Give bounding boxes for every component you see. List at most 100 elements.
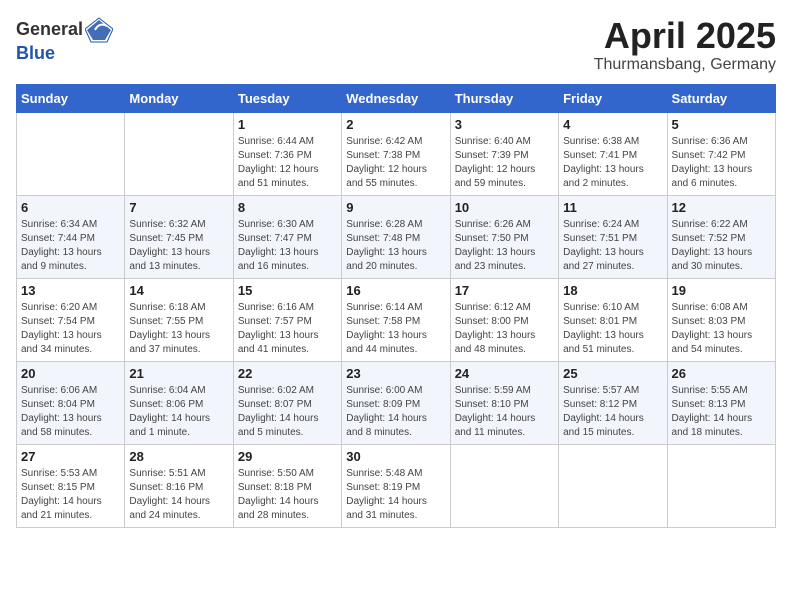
calendar-cell: 21 Sunrise: 6:04 AM Sunset: 8:06 PM Dayli… [125,361,233,444]
day-detail: Sunrise: 6:12 AM Sunset: 8:00 PM Dayligh… [455,301,554,357]
day-detail: Sunrise: 6:10 AM Sunset: 8:01 PM Dayligh… [563,301,662,357]
day-number: 29 [238,449,337,464]
day-detail: Sunrise: 6:24 AM Sunset: 7:51 PM Dayligh… [563,218,662,274]
header-cell-wednesday: Wednesday [342,84,450,112]
calendar-cell: 20Sunrise: 6:06 AM Sunset: 8:04 PM Dayli… [17,361,125,444]
header-cell-saturday: Saturday [667,84,775,112]
calendar-cell: 18 Sunrise: 6:10 AM Sunset: 8:01 PM Dayli… [559,278,667,361]
page-header: General Blue April 2025 Thurmansbang, Ge… [16,16,776,74]
calendar-cell: 15 Sunrise: 6:16 AM Sunset: 7:57 PM Dayli… [233,278,341,361]
day-detail: Sunrise: 5:55 AM Sunset: 8:13 PM Dayligh… [672,384,771,440]
calendar-week-2: 6 Sunrise: 6:34 AM Sunset: 7:44 PM Daylig… [17,195,776,278]
calendar-cell: 29 Sunrise: 5:50 AM Sunset: 8:18 PM Dayli… [233,444,341,527]
calendar-week-4: 20Sunrise: 6:06 AM Sunset: 8:04 PM Dayli… [17,361,776,444]
day-detail: Sunrise: 6:34 AM Sunset: 7:44 PM Dayligh… [21,218,120,274]
calendar-cell: 14 Sunrise: 6:18 AM Sunset: 7:55 PM Dayli… [125,278,233,361]
day-number: 18 [563,283,662,298]
day-detail: Sunrise: 5:50 AM Sunset: 8:18 PM Dayligh… [238,467,337,523]
calendar-table: SundayMondayTuesdayWednesdayThursdayFrid… [16,84,776,528]
day-number: 1 [238,117,337,132]
day-detail: Sunrise: 6:36 AM Sunset: 7:42 PM Dayligh… [672,135,771,191]
header-cell-friday: Friday [559,84,667,112]
day-number: 22 [238,366,337,381]
calendar-cell: 27 Sunrise: 5:53 AM Sunset: 8:15 PM Dayli… [17,444,125,527]
day-number: 12 [672,200,771,215]
calendar-cell: 25 Sunrise: 5:57 AM Sunset: 8:12 PM Dayli… [559,361,667,444]
day-number: 16 [346,283,445,298]
calendar-cell: 5Sunrise: 6:36 AM Sunset: 7:42 PM Daylig… [667,112,775,195]
calendar-week-3: 13 Sunrise: 6:20 AM Sunset: 7:54 PM Dayli… [17,278,776,361]
day-number: 15 [238,283,337,298]
day-number: 25 [563,366,662,381]
day-detail: Sunrise: 6:08 AM Sunset: 8:03 PM Dayligh… [672,301,771,357]
day-detail: Sunrise: 6:06 AM Sunset: 8:04 PM Dayligh… [21,384,120,440]
day-number: 10 [455,200,554,215]
calendar-cell: 22 Sunrise: 6:02 AM Sunset: 8:07 PM Dayli… [233,361,341,444]
day-detail: Sunrise: 6:30 AM Sunset: 7:47 PM Dayligh… [238,218,337,274]
location-title: Thurmansbang, Germany [594,56,776,74]
day-number: 30 [346,449,445,464]
calendar-cell: 8Sunrise: 6:30 AM Sunset: 7:47 PM Daylig… [233,195,341,278]
calendar-cell: 1 Sunrise: 6:44 AM Sunset: 7:36 PM Daylig… [233,112,341,195]
day-number: 6 [21,200,120,215]
calendar-cell [450,444,558,527]
day-detail: Sunrise: 6:18 AM Sunset: 7:55 PM Dayligh… [129,301,228,357]
calendar-cell: 7 Sunrise: 6:32 AM Sunset: 7:45 PM Daylig… [125,195,233,278]
calendar-cell: 16Sunrise: 6:14 AM Sunset: 7:58 PM Dayli… [342,278,450,361]
day-number: 23 [346,366,445,381]
calendar-cell: 24Sunrise: 5:59 AM Sunset: 8:10 PM Dayli… [450,361,558,444]
day-number: 28 [129,449,228,464]
day-detail: Sunrise: 6:40 AM Sunset: 7:39 PM Dayligh… [455,135,554,191]
header-cell-tuesday: Tuesday [233,84,341,112]
calendar-cell: 6 Sunrise: 6:34 AM Sunset: 7:44 PM Daylig… [17,195,125,278]
day-detail: Sunrise: 5:57 AM Sunset: 8:12 PM Dayligh… [563,384,662,440]
calendar-cell: 2Sunrise: 6:42 AM Sunset: 7:38 PM Daylig… [342,112,450,195]
calendar-cell [125,112,233,195]
day-detail: Sunrise: 6:04 AM Sunset: 8:06 PM Dayligh… [129,384,228,440]
calendar-week-1: 1 Sunrise: 6:44 AM Sunset: 7:36 PM Daylig… [17,112,776,195]
day-number: 4 [563,117,662,132]
calendar-cell: 13 Sunrise: 6:20 AM Sunset: 7:54 PM Dayli… [17,278,125,361]
calendar-cell: 4Sunrise: 6:38 AM Sunset: 7:41 PM Daylig… [559,112,667,195]
logo-blue: Blue [16,44,113,64]
calendar-cell: 30 Sunrise: 5:48 AM Sunset: 8:19 PM Dayli… [342,444,450,527]
calendar-cell: 19 Sunrise: 6:08 AM Sunset: 8:03 PM Dayli… [667,278,775,361]
day-detail: Sunrise: 6:22 AM Sunset: 7:52 PM Dayligh… [672,218,771,274]
day-detail: Sunrise: 6:16 AM Sunset: 7:57 PM Dayligh… [238,301,337,357]
header-cell-sunday: Sunday [17,84,125,112]
calendar-cell [667,444,775,527]
calendar-cell: 28Sunrise: 5:51 AM Sunset: 8:16 PM Dayli… [125,444,233,527]
day-detail: Sunrise: 5:53 AM Sunset: 8:15 PM Dayligh… [21,467,120,523]
day-number: 3 [455,117,554,132]
calendar-cell: 12 Sunrise: 6:22 AM Sunset: 7:52 PM Dayli… [667,195,775,278]
day-number: 13 [21,283,120,298]
day-detail: Sunrise: 6:02 AM Sunset: 8:07 PM Dayligh… [238,384,337,440]
day-number: 7 [129,200,228,215]
day-number: 19 [672,283,771,298]
day-detail: Sunrise: 6:42 AM Sunset: 7:38 PM Dayligh… [346,135,445,191]
day-number: 17 [455,283,554,298]
month-title: April 2025 [594,16,776,56]
day-detail: Sunrise: 6:32 AM Sunset: 7:45 PM Dayligh… [129,218,228,274]
calendar-cell: 17 Sunrise: 6:12 AM Sunset: 8:00 PM Dayli… [450,278,558,361]
day-number: 26 [672,366,771,381]
day-number: 9 [346,200,445,215]
day-number: 27 [21,449,120,464]
calendar-week-5: 27 Sunrise: 5:53 AM Sunset: 8:15 PM Dayli… [17,444,776,527]
calendar-cell [17,112,125,195]
calendar-cell: 9 Sunrise: 6:28 AM Sunset: 7:48 PM Daylig… [342,195,450,278]
day-detail: Sunrise: 6:20 AM Sunset: 7:54 PM Dayligh… [21,301,120,357]
day-number: 14 [129,283,228,298]
calendar-cell [559,444,667,527]
logo-general: General [16,20,83,40]
calendar-header-row: SundayMondayTuesdayWednesdayThursdayFrid… [17,84,776,112]
calendar-cell: 26 Sunrise: 5:55 AM Sunset: 8:13 PM Dayli… [667,361,775,444]
day-detail: Sunrise: 5:59 AM Sunset: 8:10 PM Dayligh… [455,384,554,440]
day-detail: Sunrise: 5:48 AM Sunset: 8:19 PM Dayligh… [346,467,445,523]
title-area: April 2025 Thurmansbang, Germany [594,16,776,74]
day-number: 21 [129,366,228,381]
day-detail: Sunrise: 6:44 AM Sunset: 7:36 PM Dayligh… [238,135,337,191]
day-detail: Sunrise: 6:28 AM Sunset: 7:48 PM Dayligh… [346,218,445,274]
calendar-cell: 23Sunrise: 6:00 AM Sunset: 8:09 PM Dayli… [342,361,450,444]
header-cell-thursday: Thursday [450,84,558,112]
